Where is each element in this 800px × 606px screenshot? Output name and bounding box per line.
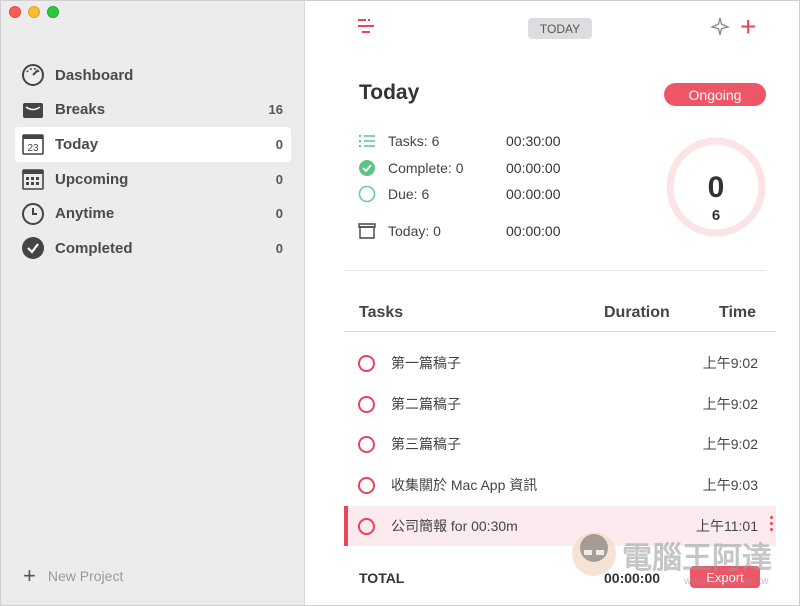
minimize-window-button[interactable]	[28, 6, 40, 18]
new-project-button[interactable]: + New Project	[23, 565, 123, 587]
upcoming-icon	[21, 167, 45, 191]
sidebar-item-label: Today	[55, 135, 99, 153]
stat-label: Today: 0	[388, 223, 441, 239]
main-panel: TODAY + Today Ongoing Tasks: 6 00:30:00 …	[306, 1, 799, 605]
sidebar-item-label: Anytime	[55, 205, 115, 223]
progress-ring-total: 6	[711, 207, 721, 224]
stat-tasks: Tasks: 6 00:30:00	[358, 132, 561, 150]
close-window-button[interactable]	[9, 6, 21, 18]
sidebar-item-label: Completed	[55, 239, 133, 257]
task-name: 第三篇稿子	[391, 436, 461, 452]
table-row[interactable]: 第二篇稿子 上午9:02	[344, 384, 776, 424]
stat-time: 00:30:00	[506, 133, 561, 149]
sidebar: Dashboard Breaks 16 23 Today 0 Upcoming …	[1, 1, 305, 605]
column-header-duration[interactable]: Duration	[604, 304, 670, 322]
sidebar-item-count: 0	[275, 136, 283, 152]
add-task-button[interactable]: +	[740, 13, 756, 41]
due-circle-icon	[358, 185, 376, 203]
calendar-icon: 23	[21, 132, 45, 156]
stat-label: Complete: 0	[388, 160, 464, 176]
column-header-time[interactable]: Time	[719, 304, 756, 322]
task-time: 上午9:03	[702, 477, 758, 493]
check-circle-icon	[21, 236, 45, 260]
stat-time: 00:00:00	[506, 223, 561, 239]
task-name: 收集關於 Mac App 資訊	[391, 477, 538, 493]
progress-ring-value: 0	[707, 171, 725, 204]
export-button[interactable]: Export	[690, 566, 760, 588]
sidebar-item-upcoming[interactable]: Upcoming 0	[15, 162, 291, 197]
table-row[interactable]: 第三篇稿子 上午9:02	[344, 424, 776, 464]
task-name: 第一篇稿子	[391, 355, 461, 371]
dashboard-icon	[21, 63, 45, 87]
more-options-icon[interactable]	[770, 516, 774, 531]
check-icon	[358, 159, 376, 177]
task-checkbox[interactable]	[358, 395, 375, 413]
sidebar-item-label: Dashboard	[55, 66, 134, 84]
app-window: Dashboard Breaks 16 23 Today 0 Upcoming …	[0, 0, 800, 606]
stat-due: Due: 6 00:00:00	[358, 185, 561, 203]
task-checkbox[interactable]	[358, 476, 375, 494]
status-badge[interactable]: Ongoing	[664, 83, 766, 106]
task-time: 上午11:01	[696, 518, 758, 534]
window-controls	[9, 6, 59, 18]
stat-label: Due: 6	[388, 186, 430, 202]
divider	[344, 331, 776, 332]
breaks-icon	[21, 98, 45, 122]
stat-label: Tasks: 6	[388, 133, 440, 149]
sidebar-item-count: 0	[275, 240, 283, 256]
stat-complete: Complete: 0 00:00:00	[358, 159, 561, 177]
sidebar-item-label: Breaks	[55, 101, 106, 119]
sidebar-item-label: Upcoming	[55, 170, 129, 188]
new-project-label: New Project	[47, 568, 124, 584]
today-button[interactable]: TODAY	[528, 18, 592, 39]
stat-time: 00:00:00	[506, 186, 561, 202]
task-time: 上午9:02	[702, 436, 758, 452]
divider	[344, 270, 766, 271]
table-row[interactable]: 第一篇稿子 上午9:02	[344, 343, 776, 383]
plus-icon: +	[23, 563, 36, 588]
stat-today: Today: 0 00:00:00	[358, 222, 561, 240]
sidebar-item-dashboard[interactable]: Dashboard	[15, 58, 291, 93]
task-checkbox[interactable]	[358, 435, 375, 453]
sidebar-item-anytime[interactable]: Anytime 0	[15, 196, 291, 231]
sidebar-item-completed[interactable]: Completed 0	[15, 231, 291, 266]
task-checkbox[interactable]	[358, 517, 375, 535]
table-row-selected[interactable]: 公司簡報 for 00:30m 上午11:01	[344, 506, 776, 546]
task-name: 第二篇稿子	[391, 396, 461, 412]
box-icon	[358, 222, 376, 240]
column-header-tasks[interactable]: Tasks	[359, 304, 403, 322]
sidebar-item-count: 16	[268, 102, 283, 118]
stat-time: 00:00:00	[506, 160, 561, 176]
sidebar-item-count: 0	[275, 206, 283, 222]
menu-icon[interactable]	[356, 17, 376, 42]
task-checkbox[interactable]	[358, 354, 375, 372]
task-name: 公司簡報 for 00:30m	[391, 518, 518, 534]
task-time: 上午9:02	[702, 355, 758, 371]
sidebar-item-count: 0	[275, 171, 283, 187]
svg-text:23: 23	[27, 143, 39, 154]
clock-icon	[21, 202, 45, 226]
sidebar-item-today[interactable]: 23 Today 0	[15, 127, 291, 162]
page-title: Today	[359, 81, 420, 104]
airplane-icon[interactable]	[710, 17, 730, 42]
maximize-window-button[interactable]	[47, 6, 59, 18]
sidebar-nav: Dashboard Breaks 16 23 Today 0 Upcoming …	[15, 58, 291, 266]
total-label: TOTAL	[359, 570, 405, 586]
sidebar-item-breaks[interactable]: Breaks 16	[15, 93, 291, 128]
table-row[interactable]: 收集關於 Mac App 資訊 上午9:03	[344, 465, 776, 505]
list-icon	[358, 132, 376, 150]
task-time: 上午9:02	[702, 396, 758, 412]
total-time: 00:00:00	[604, 570, 661, 586]
